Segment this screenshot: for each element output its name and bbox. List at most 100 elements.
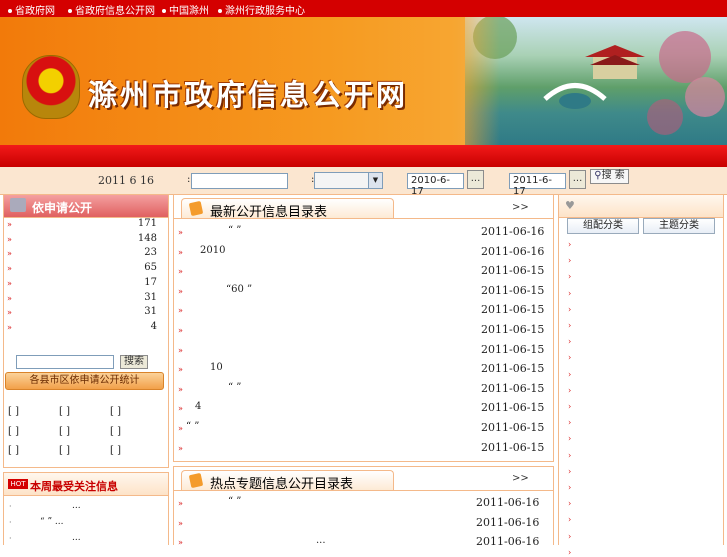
link-china-chuzhou[interactable]: 中国滁州 <box>162 2 209 17</box>
bracket-cell[interactable]: [ ] <box>59 406 70 417</box>
tab-underline <box>173 218 554 219</box>
more-link[interactable]: >> <box>512 202 529 213</box>
bracket-cell[interactable]: [ ] <box>110 426 121 437</box>
search-submit-button[interactable]: ⚲搜 索 <box>590 169 629 184</box>
info-row-date: 2011-06-15 <box>481 440 545 454</box>
info-row-date: 2011-06-15 <box>481 303 545 317</box>
hot-item[interactable]: “ ” ... <box>40 517 64 527</box>
org-category-button[interactable]: 组配分类 <box>567 218 639 234</box>
dot-icon: · <box>9 502 12 511</box>
info-row-title[interactable]: “ ” <box>228 225 241 236</box>
stat-count: 65 <box>144 262 157 274</box>
tree-arrow-icon[interactable]: › <box>568 467 571 476</box>
tree-arrow-icon[interactable]: › <box>568 418 571 427</box>
apply-search-button[interactable]: 搜索 <box>120 355 148 369</box>
info-row-title[interactable]: 2010 <box>200 245 225 256</box>
bracket-cell[interactable]: [ ] <box>110 406 121 417</box>
apply-search-input[interactable] <box>16 355 114 369</box>
tree-arrow-icon[interactable]: › <box>568 321 571 330</box>
topic-category-button[interactable]: 主题分类 <box>643 218 715 234</box>
tree-arrow-icon[interactable]: › <box>568 548 571 557</box>
info-row-date: 2011-06-16 <box>476 515 540 529</box>
info-row-title[interactable]: “ ” <box>228 496 241 507</box>
link-province-info[interactable]: 省政府信息公开网 <box>68 2 155 17</box>
banner-fade <box>440 17 500 145</box>
arrow-icon: » <box>178 404 183 414</box>
tab-underline <box>173 490 554 491</box>
category-select[interactable]: ▼ <box>314 172 383 189</box>
info-row-title[interactable]: 4 <box>195 401 201 412</box>
tree-arrow-icon[interactable]: › <box>568 434 571 443</box>
bracket-cell[interactable]: [ ] <box>59 426 70 437</box>
tree-arrow-icon[interactable]: › <box>568 499 571 508</box>
info-row-title[interactable]: “ ” <box>186 421 199 432</box>
bracket-cell[interactable]: [ ] <box>110 445 121 456</box>
stat-count: 31 <box>144 306 157 318</box>
stat-count: 17 <box>144 276 157 288</box>
panel-header: 依申请公开 <box>4 195 168 218</box>
tree-arrow-icon[interactable]: › <box>568 483 571 492</box>
tab-latest-info[interactable]: 最新公开信息目录表 <box>181 198 394 220</box>
arrow-icon: » <box>178 384 183 394</box>
arrow-icon: » <box>178 518 183 528</box>
link-province-gov[interactable]: 省政府网 <box>8 2 55 17</box>
current-date: 2011 6 16 <box>98 174 154 187</box>
top-link-bar: 省政府网 省政府信息公开网 中国滁州 滁州行政服务中心 <box>0 0 727 17</box>
hot-badge-icon: HOT <box>8 479 28 489</box>
tree-arrow-icon[interactable]: › <box>568 240 571 249</box>
more-link[interactable]: >> <box>512 473 529 484</box>
link-service-center[interactable]: 滁州行政服务中心 <box>218 2 305 17</box>
dot-icon: · <box>9 534 12 543</box>
tab-hot-topic[interactable]: 热点专题信息公开目录表 <box>181 470 394 492</box>
to-date-field[interactable]: 2011-6-17 <box>509 173 566 197</box>
info-row-title[interactable]: “ ” <box>228 382 241 393</box>
info-row-date: 2011-06-15 <box>481 323 545 336</box>
national-emblem-icon <box>22 55 80 119</box>
from-date-field[interactable]: 2010-6-17 <box>407 173 464 197</box>
keyword-input[interactable] <box>191 173 288 189</box>
red-divider <box>0 145 727 167</box>
tree-arrow-icon[interactable]: › <box>568 532 571 541</box>
tree-arrow-icon[interactable]: › <box>568 402 571 411</box>
tree-arrow-icon[interactable]: › <box>568 305 571 314</box>
tree-arrow-icon[interactable]: › <box>568 272 571 281</box>
stat-count: 4 <box>150 320 157 332</box>
arrow-icon: » <box>178 538 183 547</box>
bracket-cell[interactable]: [ ] <box>8 406 19 417</box>
county-stats-button[interactable]: 各县市区依申请公开统计 <box>5 372 164 390</box>
bracket-cell[interactable]: [ ] <box>59 445 70 456</box>
info-row-date: 2011-06-16 <box>481 244 545 258</box>
stat-count: 23 <box>144 247 157 259</box>
arrow-icon: » <box>7 293 12 303</box>
hot-item[interactable]: ... <box>72 501 81 511</box>
tree-arrow-icon[interactable]: › <box>568 353 571 362</box>
tree-arrow-icon[interactable]: › <box>568 370 571 379</box>
info-row-title[interactable]: ... <box>316 535 326 546</box>
arrow-icon: » <box>178 306 183 316</box>
to-date-picker-button[interactable]: ... <box>569 170 586 189</box>
info-row-date: 2011-06-15 <box>481 362 545 376</box>
bracket-cell[interactable]: [ ] <box>8 445 19 456</box>
tree-arrow-icon[interactable]: › <box>568 451 571 460</box>
search-submit-label: 搜 索 <box>601 170 625 181</box>
tree-arrow-icon[interactable]: › <box>568 515 571 524</box>
pavilion-bridge-icon <box>473 17 725 135</box>
heart-icon: ♥ <box>565 199 575 212</box>
link-label: 省政府信息公开网 <box>75 6 155 17</box>
info-row-title[interactable]: 10 <box>210 362 223 373</box>
bullet-icon <box>8 9 12 13</box>
arrow-icon: » <box>178 365 183 375</box>
panel-header: ♥ <box>559 195 723 218</box>
tree-arrow-icon[interactable]: › <box>568 337 571 346</box>
hot-item[interactable]: ... <box>72 533 81 543</box>
from-date-picker-button[interactable]: ... <box>467 170 484 189</box>
tree-arrow-icon[interactable]: › <box>568 256 571 265</box>
tree-arrow-icon[interactable]: › <box>568 289 571 298</box>
bracket-cell[interactable]: [ ] <box>8 426 19 437</box>
stat-count: 148 <box>137 232 157 244</box>
tree-arrow-icon[interactable]: › <box>568 386 571 395</box>
arrow-icon: » <box>178 228 183 237</box>
arrow-icon: » <box>178 424 183 433</box>
info-row-title[interactable]: “60 ” <box>226 284 252 295</box>
chevron-down-icon[interactable]: ▼ <box>368 173 382 188</box>
